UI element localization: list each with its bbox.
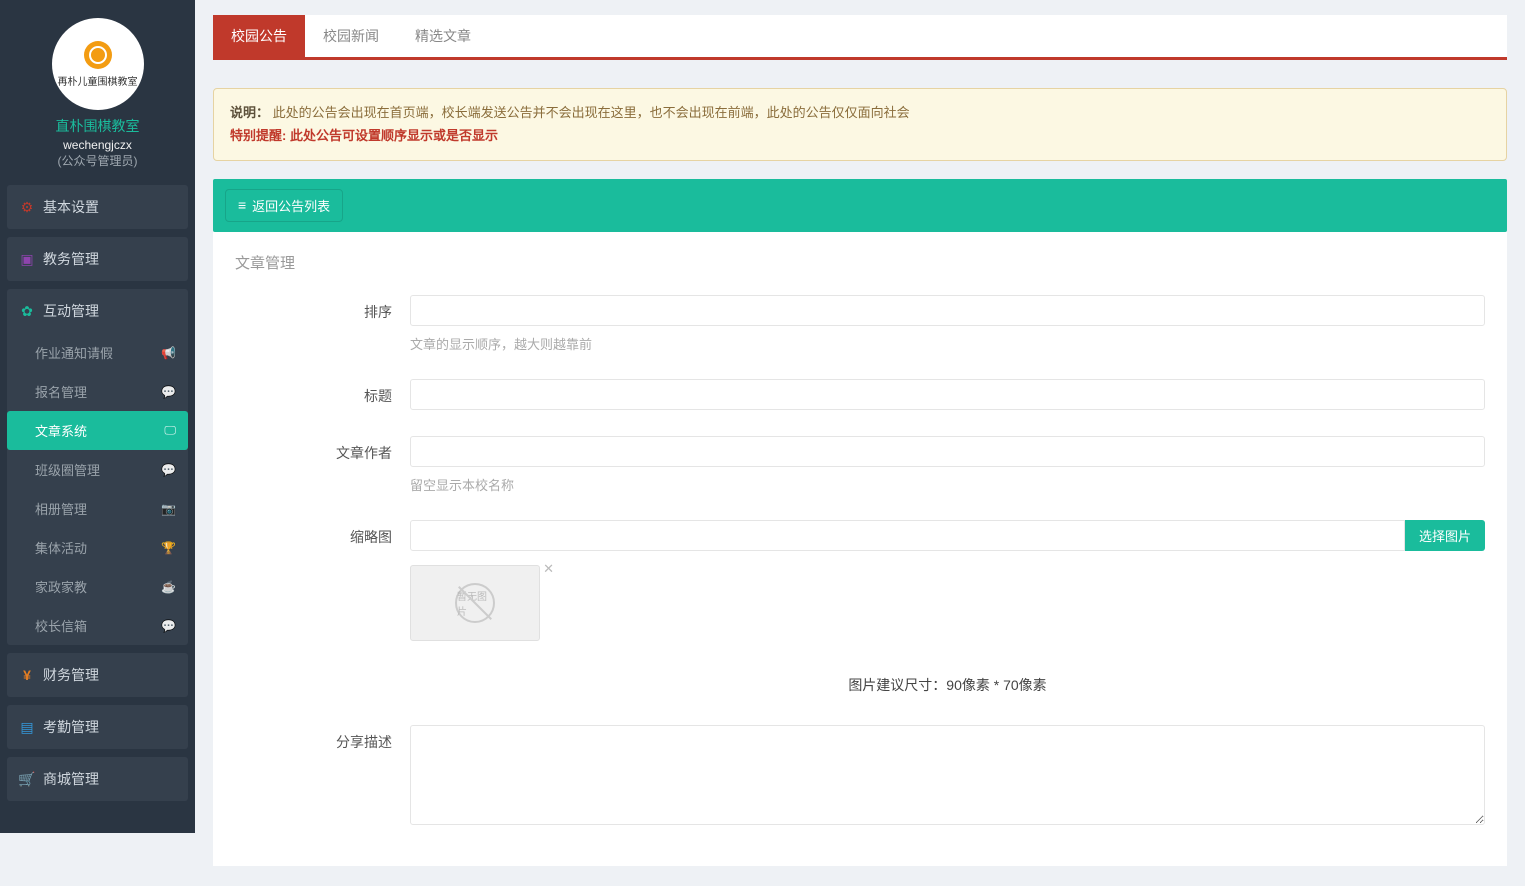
gear-icon: [19, 199, 35, 216]
nav-item-housekeeping[interactable]: 家政家教 ☕: [7, 567, 188, 606]
row-title: 标题: [235, 379, 1485, 410]
nav-item-label: 文章系统: [35, 421, 87, 440]
nav-attendance-mgmt[interactable]: 考勤管理: [7, 705, 188, 749]
alert-tip-label: 特别提醒:: [230, 128, 290, 143]
cup-icon: ☕: [161, 580, 176, 594]
nav-item-label: 班级圈管理: [35, 460, 100, 479]
nav-group-attendance: 考勤管理: [7, 705, 188, 749]
nav-sub-interaction: 作业通知请假 📢 报名管理 💬 文章系统 🖵 班级圈管理 💬 相册管理 📷 集体…: [7, 333, 188, 645]
wechat-icon: [19, 303, 35, 320]
nav-label: 教务管理: [43, 249, 99, 269]
nav-item-album[interactable]: 相册管理 📷: [7, 489, 188, 528]
nav-basic-settings[interactable]: 基本设置: [7, 185, 188, 229]
help-sort: 文章的显示顺序，越大则越靠前: [410, 334, 1485, 353]
nav-item-class-circle[interactable]: 班级圈管理 💬: [7, 450, 188, 489]
tab-campus-news[interactable]: 校园新闻: [305, 15, 397, 57]
nav-item-signup[interactable]: 报名管理 💬: [7, 372, 188, 411]
label-sort: 排序: [235, 295, 410, 371]
form-panel: 文章管理 排序 文章的显示顺序，越大则越靠前 标题 文章作者 留空显示本校名称 …: [213, 232, 1507, 866]
input-author[interactable]: [410, 436, 1485, 467]
nav-label: 商城管理: [43, 769, 99, 789]
nav-group-basic: 基本设置: [7, 185, 188, 229]
alert-text: 此处的公告会出现在首页端，校长端发送公告并不会出现在这里，也不会出现在前端，此处…: [273, 105, 910, 120]
label-author: 文章作者: [235, 436, 410, 512]
nav-item-label: 作业通知请假: [35, 343, 113, 362]
nav-item-homework[interactable]: 作业通知请假 📢: [7, 333, 188, 372]
thumb-hint: 图片建议尺寸：90像素 * 70像素: [410, 675, 1485, 695]
nav-label: 互动管理: [43, 301, 99, 321]
nav-item-label: 集体活动: [35, 538, 87, 557]
main-content: 校园公告 校园新闻 精选文章 说明： 此处的公告会出现在首页端，校长端发送公告并…: [195, 15, 1525, 866]
nav-item-label: 家政家教: [35, 577, 87, 596]
account-name: wechengjczx: [0, 138, 195, 152]
nav-label: 财务管理: [43, 665, 99, 685]
thumb-placeholder: 暂无图片: [410, 565, 540, 641]
nav-item-principal-mailbox[interactable]: 校长信箱 💬: [7, 606, 188, 645]
chat-icon: 💬: [161, 463, 176, 477]
nav-item-label: 报名管理: [35, 382, 87, 401]
money-icon: [19, 667, 35, 683]
account-role: (公众号管理员): [0, 152, 195, 169]
nav-mall-mgmt[interactable]: 商城管理: [7, 757, 188, 801]
card-icon: [19, 719, 35, 736]
no-image-icon: 暂无图片: [455, 583, 495, 623]
chat-icon: 💬: [161, 619, 176, 633]
nav-item-article[interactable]: 文章系统 🖵: [7, 411, 188, 450]
input-title[interactable]: [410, 379, 1485, 410]
trophy-icon: 🏆: [161, 541, 176, 555]
input-thumb[interactable]: [410, 520, 1405, 551]
chat-icon: 💬: [161, 385, 176, 399]
sidebar: 再朴儿童围棋教室 直朴围棋教室 wechengjczx (公众号管理员) 基本设…: [0, 0, 195, 833]
nav-item-label: 校长信箱: [35, 616, 87, 635]
alert-tip-text: 此处公告可设置顺序显示或是否显示: [290, 128, 498, 143]
nav-interaction-mgmt[interactable]: 互动管理: [7, 289, 188, 333]
nav-group-mall: 商城管理: [7, 757, 188, 801]
tab-featured-article[interactable]: 精选文章: [397, 15, 489, 57]
camera-icon: 📷: [161, 502, 176, 516]
back-to-list-button[interactable]: 返回公告列表: [225, 189, 343, 222]
label-thumb: 缩略图: [235, 520, 410, 717]
choose-image-button[interactable]: 选择图片: [1405, 520, 1485, 551]
label-title: 标题: [235, 379, 410, 410]
logo-circle: 再朴儿童围棋教室: [52, 18, 144, 110]
nav-label: 基本设置: [43, 197, 99, 217]
row-thumb: 缩略图 选择图片 暂无图片 ✕ 图片建议尺寸：90像素 * 70像素: [235, 520, 1485, 717]
label-share: 分享描述: [235, 725, 410, 828]
alert-label: 说明：: [230, 105, 269, 120]
tabs-bar: 校园公告 校园新闻 精选文章: [213, 15, 1507, 60]
help-author: 留空显示本校名称: [410, 475, 1485, 494]
nav-academic-mgmt[interactable]: 教务管理: [7, 237, 188, 281]
input-sort[interactable]: [410, 295, 1485, 326]
no-image-text: 暂无图片: [457, 588, 493, 618]
book-icon: [19, 251, 35, 268]
org-name: 直朴围棋教室: [0, 116, 195, 136]
nav-finance-mgmt[interactable]: 财务管理: [7, 653, 188, 697]
cart-icon: [19, 771, 35, 788]
nav-label: 考勤管理: [43, 717, 99, 737]
row-sort: 排序 文章的显示顺序，越大则越靠前: [235, 295, 1485, 371]
monitor-icon: 🖵: [164, 423, 176, 438]
row-author: 文章作者 留空显示本校名称: [235, 436, 1485, 512]
logo-area: 再朴儿童围棋教室 直朴围棋教室 wechengjczx (公众号管理员): [0, 0, 195, 177]
alert-box: 说明： 此处的公告会出现在首页端，校长端发送公告并不会出现在这里，也不会出现在前…: [213, 88, 1507, 161]
action-bar: 返回公告列表: [213, 179, 1507, 232]
nav-group-academic: 教务管理: [7, 237, 188, 281]
panel-title: 文章管理: [235, 252, 1485, 273]
remove-thumb-icon[interactable]: ✕: [543, 561, 554, 577]
nav-item-group-activity[interactable]: 集体活动 🏆: [7, 528, 188, 567]
thumb-preview: 暂无图片 ✕: [410, 565, 540, 641]
nav-item-label: 相册管理: [35, 499, 87, 518]
bullhorn-icon: 📢: [161, 346, 176, 360]
textarea-share[interactable]: [410, 725, 1485, 825]
row-share: 分享描述: [235, 725, 1485, 828]
nav-group-finance: 财务管理: [7, 653, 188, 697]
nav-group-interaction: 互动管理 作业通知请假 📢 报名管理 💬 文章系统 🖵 班级圈管理 💬 相册管理…: [7, 289, 188, 645]
tab-campus-notice[interactable]: 校园公告: [213, 15, 305, 57]
logo-icon: [84, 41, 112, 69]
logo-text: 再朴儿童围棋教室: [58, 73, 138, 88]
